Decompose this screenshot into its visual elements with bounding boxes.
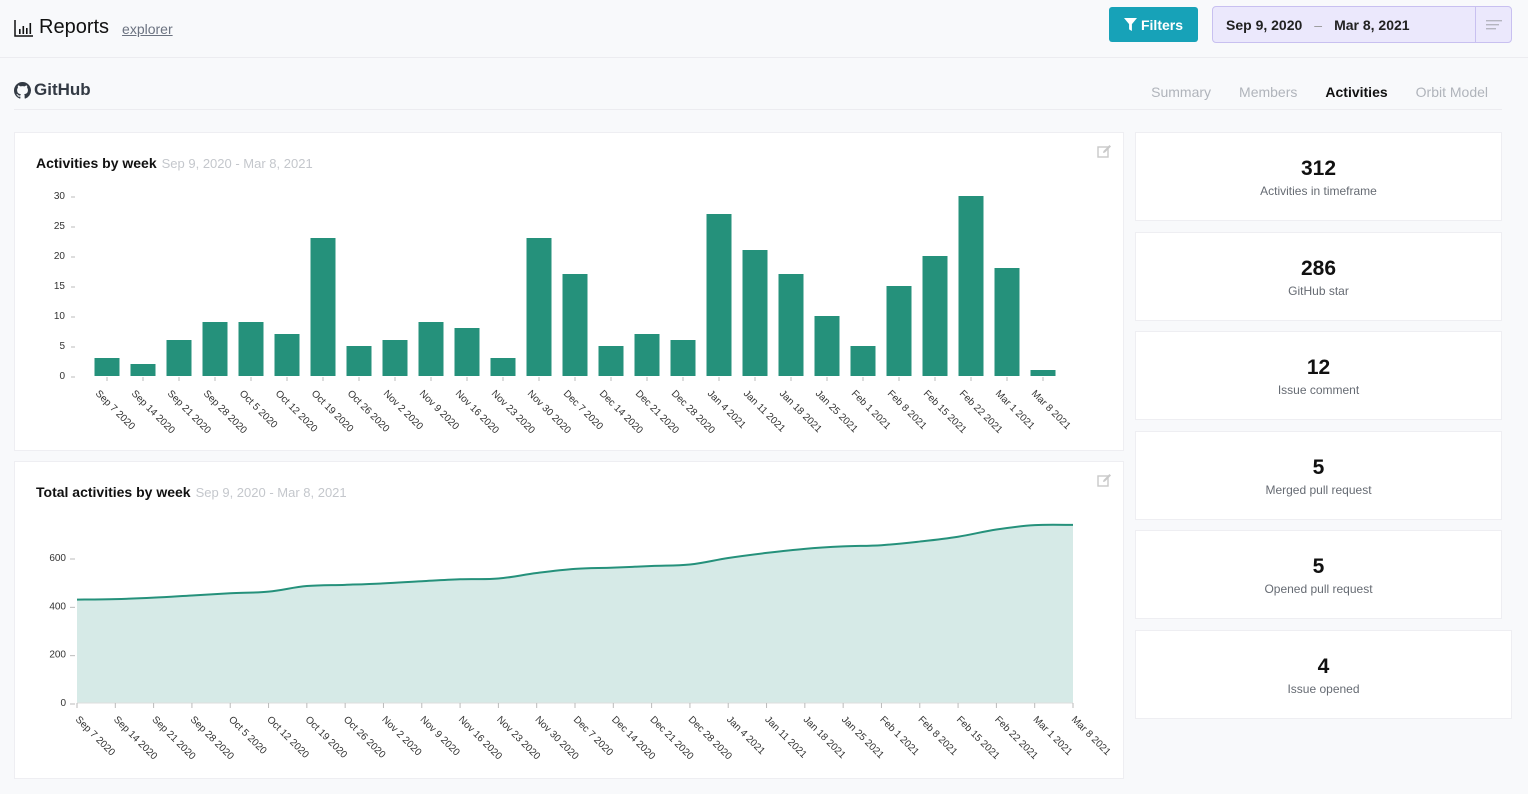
bar: [94, 358, 120, 376]
bar: [958, 196, 984, 376]
y-tick-label: 15: [54, 281, 66, 292]
bar: [994, 268, 1020, 376]
stat-card-activities: 312 Activities in timeframe: [1135, 132, 1502, 221]
bar: [634, 334, 660, 376]
bar: [310, 238, 336, 376]
bar: [1030, 370, 1056, 376]
explorer-link[interactable]: explorer: [122, 21, 173, 37]
x-tick-label: Mar 8 2021: [1069, 714, 1113, 758]
bar: [562, 274, 588, 376]
stat-label: Issue opened: [1287, 682, 1360, 696]
y-tick-label: 600: [49, 553, 66, 564]
stat-value: 12: [1306, 356, 1331, 379]
stat-value: 5: [1312, 456, 1325, 479]
bar: [670, 340, 696, 376]
stat-card-github-star: 286 GitHub star: [1135, 232, 1502, 321]
bar: [598, 346, 624, 376]
y-tick-label: 200: [49, 650, 66, 661]
y-tick-label: 0: [60, 698, 66, 709]
bar: [346, 346, 372, 376]
x-tick-label: Feb 8 2021: [916, 714, 960, 758]
bar: [274, 334, 300, 376]
bar: [166, 340, 192, 376]
tab-members[interactable]: Members: [1239, 84, 1297, 100]
filters-label: Filters: [1140, 16, 1183, 33]
bar: [850, 346, 876, 376]
bar: [814, 316, 840, 376]
bar: [382, 340, 408, 376]
stat-value: 4: [1317, 655, 1330, 678]
stat-value: 312: [1300, 157, 1337, 180]
stat-card-merged-pr: 5 Merged pull request: [1135, 431, 1502, 520]
bar: [238, 322, 264, 376]
report-tabs: Summary Members Activities Orbit Model: [1123, 84, 1502, 100]
y-tick-label: 5: [59, 341, 65, 352]
source-title: GitHub: [34, 80, 91, 99]
stat-label: Merged pull request: [1265, 483, 1372, 497]
stat-value: 286: [1300, 257, 1337, 280]
y-tick-label: 0: [59, 371, 65, 382]
date-separator: –: [1314, 16, 1323, 33]
activities-by-week-card: Activities by week Sep 9, 2020 - Mar 8, 2…: [14, 132, 1124, 451]
bar: [490, 358, 516, 376]
stat-card-opened-pr: 5 Opened pull request: [1135, 530, 1502, 619]
github-icon: [14, 81, 31, 99]
y-tick-label: 30: [54, 191, 66, 202]
bar: [454, 328, 480, 376]
tab-orbit-model[interactable]: Orbit Model: [1416, 84, 1488, 100]
date-range-picker[interactable]: Sep 9, 2020 – Mar 8, 2021: [1212, 6, 1512, 43]
stat-label: Activities in timeframe: [1260, 184, 1377, 198]
y-tick-label: 20: [54, 251, 66, 262]
bar: [922, 256, 948, 376]
menu-lines-icon: [1485, 19, 1502, 29]
source-title-group: GitHub: [14, 80, 91, 100]
y-tick-label: 10: [54, 311, 66, 322]
bar: [418, 322, 444, 376]
brand: Reports explorer: [14, 16, 173, 39]
stat-label: Opened pull request: [1264, 582, 1373, 596]
filter-icon: [1123, 18, 1137, 31]
tab-activities[interactable]: Activities: [1325, 84, 1387, 100]
bar-chart-icon: [14, 19, 33, 37]
filters-button[interactable]: Filters: [1109, 7, 1198, 42]
stat-label: GitHub star: [1288, 284, 1349, 298]
date-start[interactable]: Sep 9, 2020: [1226, 17, 1302, 33]
area-chart: 0200400600Sep 7 2020Sep 14 2020Sep 21 20…: [49, 523, 1113, 763]
x-tick-label: Mar 8 2021: [1029, 388, 1073, 432]
y-tick-label: 25: [54, 221, 66, 232]
bar: [202, 322, 228, 376]
bar-chart: 051015202530Sep 7 2020Sep 14 2020Sep 21 …: [54, 191, 1073, 437]
bar: [886, 286, 912, 376]
stat-card-issue-comment: 12 Issue comment: [1135, 331, 1502, 420]
x-tick-label: Sep 7 2020: [73, 714, 117, 758]
top-bar: Reports explorer Filters Sep 9, 2020 – M…: [0, 0, 1528, 58]
bar: [742, 250, 768, 376]
bar: [706, 214, 732, 376]
x-tick-label: Nov 9 2020: [418, 714, 462, 758]
stat-card-issue-opened: 4 Issue opened: [1135, 630, 1512, 719]
bar: [526, 238, 552, 376]
date-presets-button[interactable]: [1475, 7, 1511, 42]
y-tick-label: 400: [49, 601, 66, 612]
stat-label: Issue comment: [1277, 383, 1360, 397]
stat-value: 5: [1312, 555, 1325, 578]
date-end[interactable]: Mar 8, 2021: [1334, 17, 1410, 33]
total-activities-by-week-card: Total activities by week Sep 9, 2020 - Ma…: [14, 461, 1124, 779]
area-fill: [77, 524, 1073, 703]
bar: [778, 274, 804, 376]
tab-summary[interactable]: Summary: [1151, 84, 1211, 100]
section-header: GitHub Summary Members Activities Orbit …: [14, 72, 1502, 110]
page-title: Reports: [39, 16, 110, 38]
bar: [130, 364, 156, 376]
